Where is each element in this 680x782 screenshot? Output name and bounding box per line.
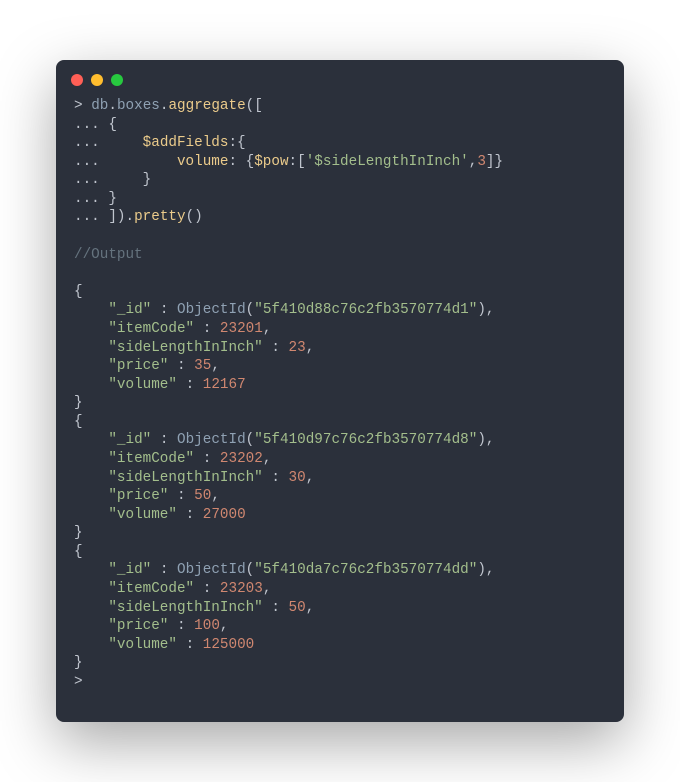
price-val: 35 bbox=[194, 358, 211, 374]
brace-close: } bbox=[74, 655, 83, 671]
volume-val: 12167 bbox=[203, 377, 246, 393]
aggregate-fn: aggregate bbox=[168, 98, 245, 114]
brace-open: { bbox=[74, 414, 83, 430]
price-key: "price" bbox=[108, 618, 168, 634]
cont-dots: ... bbox=[74, 154, 100, 170]
cont-dots: ... bbox=[74, 135, 100, 151]
cont-dots: ... bbox=[74, 172, 100, 188]
volume-key: "volume" bbox=[108, 377, 177, 393]
side-key: "sideLengthInInch" bbox=[108, 340, 262, 356]
itemcode-val: 23201 bbox=[220, 321, 263, 337]
pow-fn: $pow bbox=[254, 154, 288, 170]
titlebar bbox=[56, 60, 624, 94]
output-comment: //Output bbox=[74, 247, 143, 263]
pow-num: 3 bbox=[477, 154, 486, 170]
code-line: ... } bbox=[74, 172, 151, 188]
code-line: ... { bbox=[74, 117, 117, 133]
code-line: ... volume: {$pow:['$sideLengthInInch',3… bbox=[74, 154, 503, 170]
code-line: ... $addFields:{ bbox=[74, 135, 246, 151]
volume-val: 27000 bbox=[203, 507, 246, 523]
side-val: 23 bbox=[289, 340, 306, 356]
objectid-fn: ObjectId bbox=[177, 302, 246, 318]
brace-open: { bbox=[74, 544, 83, 560]
close-icon bbox=[71, 74, 83, 86]
minimize-icon bbox=[91, 74, 103, 86]
code-area: > db.boxes.aggregate([ ... { ... $addFie… bbox=[56, 94, 624, 722]
addfields-token: $addFields bbox=[143, 135, 229, 151]
brace-open: { bbox=[74, 284, 83, 300]
itemcode-key: "itemCode" bbox=[108, 321, 194, 337]
objectid-val: "5f410da7c76c2fb3570774dd" bbox=[254, 562, 477, 578]
code-line: > db.boxes.aggregate([ bbox=[74, 98, 263, 114]
brace-close: } bbox=[74, 395, 83, 411]
objectid-val: "5f410d88c76c2fb3570774d1" bbox=[254, 302, 477, 318]
objectid-fn: ObjectId bbox=[177, 432, 246, 448]
code-window: > db.boxes.aggregate([ ... { ... $addFie… bbox=[56, 60, 624, 722]
brace-close: } bbox=[74, 525, 83, 541]
maximize-icon bbox=[111, 74, 123, 86]
db-token: db bbox=[91, 98, 108, 114]
volume-val: 125000 bbox=[203, 637, 254, 653]
itemcode-key: "itemCode" bbox=[108, 581, 194, 597]
volume-key: volume bbox=[177, 154, 228, 170]
code-line: ... ]).pretty() bbox=[74, 209, 203, 225]
price-val: 100 bbox=[194, 618, 220, 634]
pretty-fn: pretty bbox=[134, 209, 185, 225]
id-key: "_id" bbox=[108, 432, 151, 448]
volume-key: "volume" bbox=[108, 507, 177, 523]
itemcode-val: 23203 bbox=[220, 581, 263, 597]
objectid-fn: ObjectId bbox=[177, 562, 246, 578]
price-key: "price" bbox=[108, 358, 168, 374]
code-line: ... } bbox=[74, 191, 117, 207]
id-key: "_id" bbox=[108, 302, 151, 318]
volume-key: "volume" bbox=[108, 637, 177, 653]
price-val: 50 bbox=[194, 488, 211, 504]
cont-dots: ... bbox=[74, 117, 100, 133]
objectid-val: "5f410d97c76c2fb3570774d8" bbox=[254, 432, 477, 448]
side-val: 30 bbox=[289, 470, 306, 486]
itemcode-val: 23202 bbox=[220, 451, 263, 467]
side-key: "sideLengthInInch" bbox=[108, 470, 262, 486]
side-key: "sideLengthInInch" bbox=[108, 600, 262, 616]
side-val: 50 bbox=[289, 600, 306, 616]
cont-dots: ... bbox=[74, 191, 100, 207]
final-prompt: > bbox=[74, 674, 83, 690]
cont-dots: ... bbox=[74, 209, 100, 225]
collection-token: boxes bbox=[117, 98, 160, 114]
side-str: '$sideLengthInInch' bbox=[306, 154, 469, 170]
prompt: > bbox=[74, 98, 83, 114]
price-key: "price" bbox=[108, 488, 168, 504]
id-key: "_id" bbox=[108, 562, 151, 578]
itemcode-key: "itemCode" bbox=[108, 451, 194, 467]
